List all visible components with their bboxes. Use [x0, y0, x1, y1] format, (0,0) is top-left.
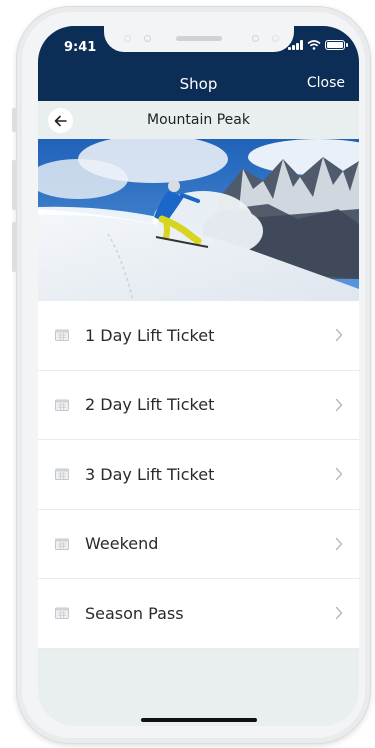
- ticket-row-1-day[interactable]: 1 Day Lift Ticket: [38, 301, 359, 371]
- chevron-right-icon: [335, 467, 343, 481]
- status-time: 9:41: [64, 40, 97, 55]
- phone-mute-switch: [12, 108, 17, 132]
- calendar-icon: [55, 399, 69, 411]
- ticket-label: Weekend: [85, 534, 159, 554]
- notch-speaker: [176, 36, 222, 41]
- resort-title: Mountain Peak: [147, 112, 250, 128]
- chevron-right-icon: [335, 328, 343, 342]
- chevron-right-icon: [335, 606, 343, 620]
- ticket-label: Season Pass: [85, 603, 184, 623]
- phone-volume-down: [12, 222, 17, 272]
- ticket-label: 3 Day Lift Ticket: [85, 464, 215, 484]
- signal-icon: [288, 40, 303, 50]
- calendar-icon: [55, 538, 69, 550]
- ticket-row-2-day[interactable]: 2 Day Lift Ticket: [38, 370, 359, 440]
- ticket-list: 1 Day Lift Ticket 2 Day Lift Ticket 3 Da: [38, 301, 359, 649]
- ticket-row-weekend[interactable]: Weekend: [38, 509, 359, 579]
- calendar-icon: [55, 607, 69, 620]
- ticket-label: 2 Day Lift Ticket: [85, 395, 215, 415]
- notch-sensor-icon: [144, 35, 151, 42]
- home-indicator[interactable]: [141, 718, 257, 722]
- navigation-bar: 9:41 Shop Close: [38, 26, 359, 101]
- chevron-right-icon: [335, 398, 343, 411]
- phone-volume-up: [12, 160, 17, 210]
- calendar-icon: [55, 329, 69, 342]
- calendar-icon: [55, 468, 69, 481]
- hero-image: [38, 139, 359, 301]
- skier-photo: [38, 139, 359, 301]
- ticket-label: 1 Day Lift Ticket: [85, 325, 215, 345]
- close-button[interactable]: Close: [307, 75, 345, 91]
- phone-screen: 9:41 Shop Close Mountain Peak 1 Day Lift…: [38, 26, 359, 726]
- wifi-icon: [307, 40, 321, 50]
- chevron-right-icon: [335, 537, 343, 550]
- ticket-row-3-day[interactable]: 3 Day Lift Ticket: [38, 440, 359, 510]
- notch-sensor-icon: [272, 35, 279, 42]
- notch-camera-icon: [252, 35, 259, 42]
- ticket-row-season-pass[interactable]: Season Pass: [38, 579, 359, 649]
- phone-notch: [104, 26, 294, 52]
- subheader: Mountain Peak: [38, 101, 359, 139]
- battery-icon: [325, 40, 348, 50]
- notch-sensor-icon: [124, 35, 131, 42]
- status-icons: [288, 40, 348, 50]
